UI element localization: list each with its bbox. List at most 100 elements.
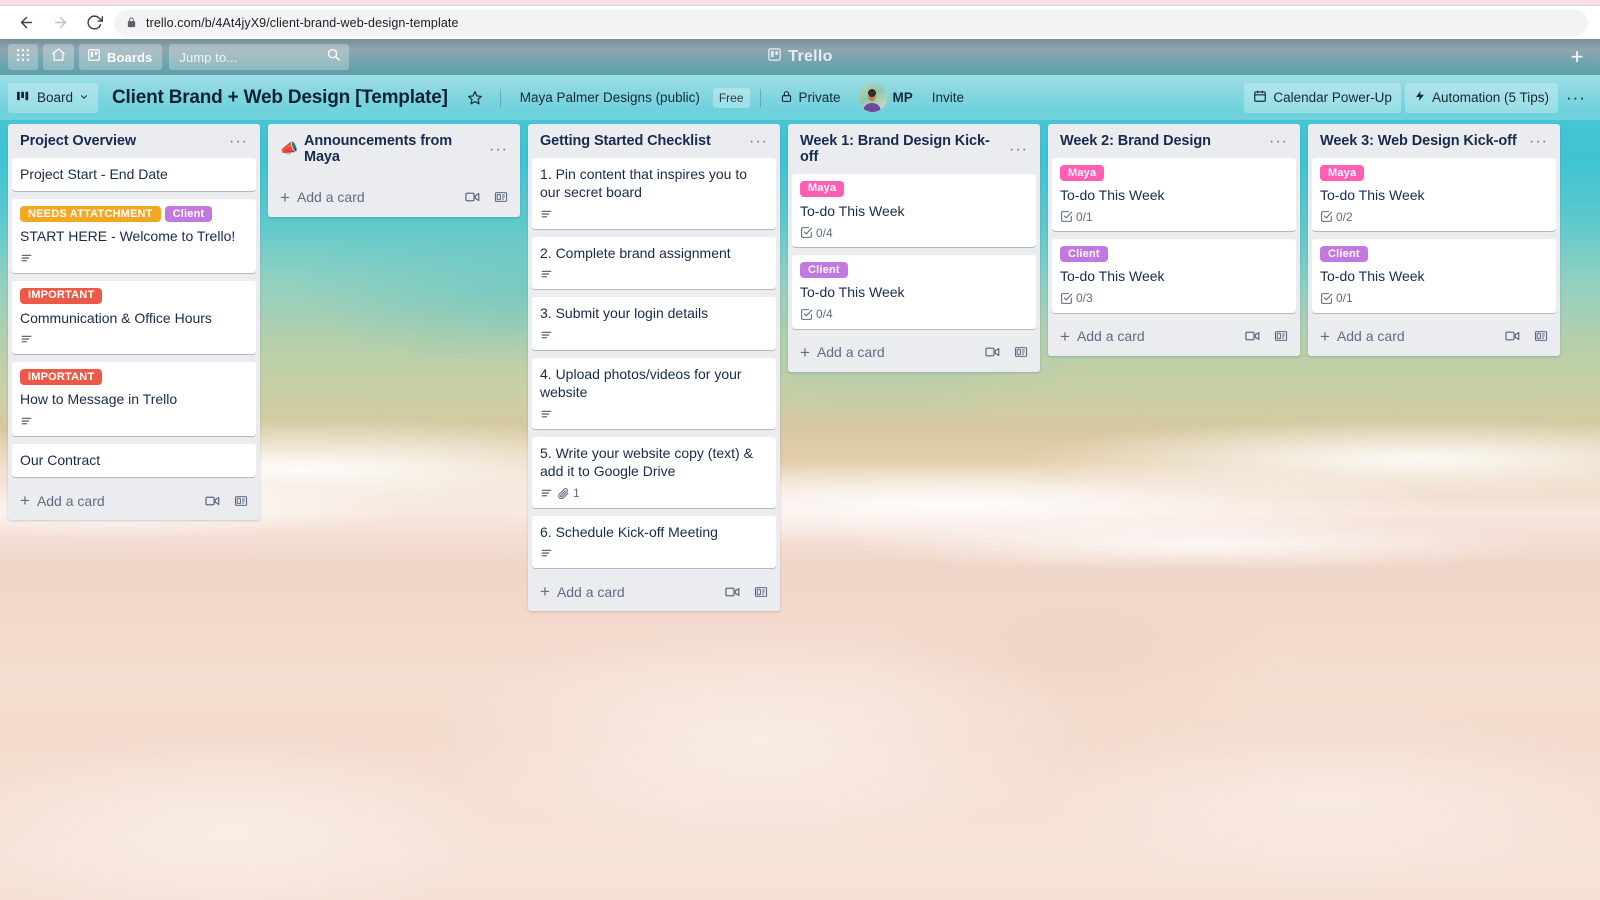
list-title[interactable]: Week 3: Web Design Kick-off: [1320, 133, 1517, 150]
card-label-chip[interactable]: Client: [800, 262, 848, 279]
card[interactable]: NEEDS ATTATCHMENT Client START HERE - Welc…: [12, 199, 256, 273]
card-badge-value: 0/2: [1336, 209, 1353, 224]
card-template-icon[interactable]: [234, 494, 248, 508]
board-view-selector[interactable]: Board: [8, 82, 99, 113]
card[interactable]: Maya To-do This Week 0/1: [1052, 158, 1296, 232]
apps-switcher-button[interactable]: [8, 44, 38, 70]
add-card-row[interactable]: + Add a card: [532, 574, 776, 607]
card-label-chip[interactable]: Client: [1060, 246, 1108, 263]
card-label-chip[interactable]: Client: [1320, 246, 1368, 263]
list-menu-button[interactable]: ···: [1527, 134, 1550, 150]
list-title[interactable]: Getting Started Checklist: [540, 133, 711, 150]
card[interactable]: Project Start - End Date: [12, 158, 256, 192]
card-label-chip[interactable]: IMPORTANT: [20, 287, 103, 304]
trello-logo-icon: [767, 47, 782, 67]
add-card-button[interactable]: + Add a card: [280, 189, 365, 206]
automation-button[interactable]: Automation (5 Tips): [1404, 82, 1559, 113]
list-title[interactable]: Week 1: Brand Design Kick-off: [800, 133, 1007, 166]
add-card-row[interactable]: + Add a card: [1052, 319, 1296, 352]
avatar-photo: [857, 83, 887, 112]
card[interactable]: 1. Pin content that inspires you to our …: [532, 158, 776, 229]
video-camera-icon[interactable]: [465, 191, 480, 203]
card-badge-value: 0/1: [1076, 209, 1093, 224]
card-template-icon[interactable]: [754, 585, 768, 599]
privacy-button[interactable]: Private: [771, 83, 850, 113]
card[interactable]: 4. Upload photos/videos for your website: [532, 357, 776, 429]
list-menu-button[interactable]: ···: [487, 141, 510, 158]
card-labels: Maya: [1060, 165, 1288, 181]
video-camera-icon[interactable]: [1505, 330, 1520, 342]
video-camera-icon[interactable]: [725, 586, 740, 598]
add-card-button[interactable]: + Add a card: [800, 344, 885, 361]
card[interactable]: Client To-do This Week 0/3: [1052, 239, 1296, 313]
card[interactable]: Maya To-do This Week 0/4: [792, 173, 1036, 248]
workspace-button[interactable]: Maya Palmer Designs (public): [511, 83, 709, 113]
add-card-row[interactable]: + Add a card: [792, 335, 1036, 368]
list-menu-button[interactable]: ···: [1007, 141, 1030, 158]
add-card-row[interactable]: + Add a card: [272, 180, 516, 213]
card[interactable]: 6. Schedule Kick-off Meeting: [532, 515, 776, 569]
card[interactable]: 3. Submit your login details: [532, 297, 776, 350]
card[interactable]: Client To-do This Week 0/1: [1312, 239, 1556, 313]
list-title[interactable]: 📣 Announcements from Maya: [280, 133, 487, 166]
add-card-row[interactable]: + Add a card: [1312, 319, 1556, 352]
description-icon: [540, 408, 553, 421]
plus-icon: +: [1320, 326, 1330, 346]
video-camera-icon[interactable]: [985, 346, 1000, 358]
add-button[interactable]: +: [1564, 44, 1590, 70]
card-badge-description: [540, 487, 553, 500]
card-label-chip[interactable]: Maya: [800, 180, 845, 197]
card[interactable]: IMPORTANT How to Message in Trello: [12, 362, 256, 436]
card-template-icon[interactable]: [1534, 329, 1548, 343]
back-arrow-icon[interactable]: [12, 9, 40, 37]
board-menu-button[interactable]: ···: [1562, 89, 1592, 106]
search-input[interactable]: Jump to...: [169, 44, 350, 70]
card-title: To-do This Week: [800, 202, 905, 219]
card-template-icon[interactable]: [1274, 329, 1288, 343]
card[interactable]: Maya To-do This Week 0/2: [1312, 158, 1556, 232]
card-title: How to Message in Trello: [20, 391, 178, 408]
reload-icon[interactable]: [80, 9, 108, 37]
grid-apps-icon: [16, 48, 30, 67]
checklist-icon: [1320, 210, 1333, 223]
list-menu-button[interactable]: ···: [227, 134, 250, 150]
card-label-chip[interactable]: IMPORTANT: [20, 369, 103, 386]
avatar[interactable]: [857, 83, 887, 112]
list-title[interactable]: Project Overview: [20, 133, 136, 150]
card-label-chip[interactable]: NEEDS ATTATCHMENT: [20, 206, 161, 223]
card-label-chip[interactable]: Maya: [1320, 165, 1365, 181]
card[interactable]: IMPORTANT Communication & Office Hours: [12, 280, 256, 355]
list-menu-button[interactable]: ···: [1267, 134, 1290, 150]
list-title[interactable]: Week 2: Brand Design: [1060, 133, 1211, 150]
add-card-row[interactable]: + Add a card: [12, 483, 256, 516]
card-title: Our Contract: [20, 451, 101, 468]
plus-icon: +: [280, 187, 290, 207]
card-template-icon[interactable]: [494, 190, 508, 204]
video-camera-icon[interactable]: [1245, 330, 1260, 342]
card[interactable]: 2. Complete brand assignment: [532, 236, 776, 290]
video-camera-icon[interactable]: [205, 495, 220, 507]
home-button[interactable]: [43, 44, 74, 70]
add-card-button[interactable]: + Add a card: [20, 492, 105, 509]
card[interactable]: Client To-do This Week 0/4: [792, 255, 1036, 329]
boards-button[interactable]: Boards: [79, 44, 163, 70]
add-card-button[interactable]: + Add a card: [1320, 328, 1405, 345]
board-list: Week 1: Brand Design Kick-off ··· Maya To-d…: [788, 124, 1040, 372]
add-card-button[interactable]: + Add a card: [1060, 328, 1145, 345]
calendar-power-up-button[interactable]: Calendar Power-Up: [1244, 82, 1401, 113]
add-card-button[interactable]: + Add a card: [540, 583, 625, 600]
board-view-icon: [17, 90, 31, 105]
card[interactable]: 5. Write your website copy (text) & add …: [532, 436, 776, 508]
card-labels: IMPORTANT: [20, 369, 248, 386]
invite-button[interactable]: Invite: [923, 83, 973, 113]
board-view-label: Board: [37, 90, 74, 105]
card-label-chip[interactable]: Maya: [1060, 165, 1105, 181]
card-badge-description: [20, 333, 33, 346]
forward-arrow-icon[interactable]: [46, 9, 74, 37]
card[interactable]: Our Contract: [12, 443, 256, 478]
list-menu-button[interactable]: ···: [747, 134, 770, 150]
card-label-chip[interactable]: Client: [164, 206, 213, 223]
card-template-icon[interactable]: [1014, 345, 1028, 359]
address-bar[interactable]: trello.com/b/4At4jyX9/client-brand-web-d…: [114, 9, 1588, 36]
star-icon[interactable]: [460, 83, 490, 113]
